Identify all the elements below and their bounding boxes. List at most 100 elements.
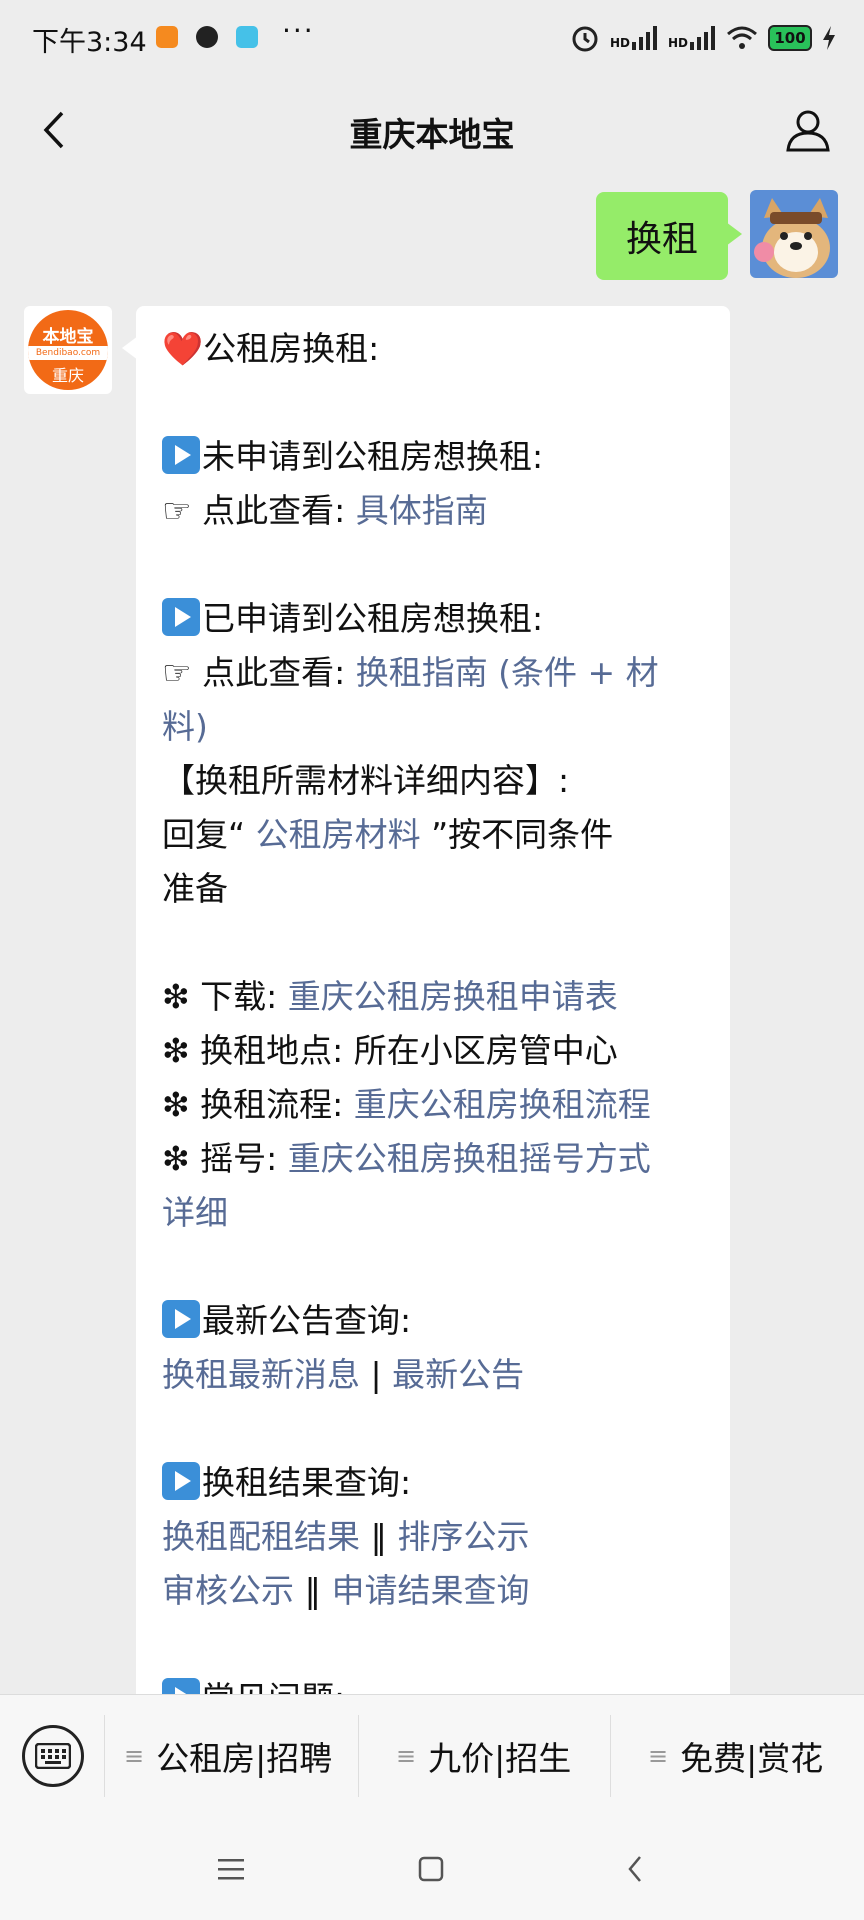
lottery-link-cont[interactable]: 详细 [162,1193,228,1232]
menu-item-free-flowers[interactable]: ≡ 免费|赏花 [648,1725,823,1787]
hd-label-1: HD [609,36,630,50]
reply-instruction-2: 准备 [162,869,228,908]
section-faq: 常见问题: [162,1672,718,1694]
results-links-1: 换租配租结果 ‖ 排序公示 [162,1510,718,1564]
official-account-menu: ≡ 公租房|招聘 ≡ 九价|招生 ≡ 免费|赏花 [0,1694,864,1819]
lottery-prefix: ❇ 摇号: [162,1139,288,1178]
guide-line: ☞ 点此查看: 具体指南 [162,484,718,538]
charging-icon [823,26,835,50]
section-results: 换租结果查询: [162,1456,718,1510]
download-prefix: ❇ 下载: [162,977,288,1016]
materials-title: 【换租所需材料详细内容】: [162,761,570,800]
ranking-notice-link[interactable]: 排序公示 [397,1517,529,1556]
keyboard-icon [35,1743,71,1769]
bot-avatar[interactable]: 本地宝 Bendibao.com 重庆 [24,306,112,394]
section-results-title: 换租结果查询: [202,1463,412,1502]
process-link[interactable]: 重庆公租房换租流程 [354,1085,651,1124]
pointer-prefix: ☞ 点此查看: [162,491,356,530]
menu-item-vaccine-enrollment[interactable]: ≡ 九价|招生 [396,1725,571,1787]
user-icon [786,110,830,152]
bendibao-logo: 本地宝 Bendibao.com 重庆 [28,310,108,390]
logo-top-text: 本地宝 [42,327,94,347]
materials-keyword-link[interactable]: 公租房材料 [256,815,421,854]
status-bar: 下午3:34 ··· HD HD 100 [0,0,864,78]
dog-avatar-image [750,190,838,278]
location-line: ❇ 换租地点: 所在小区房管中心 [162,1031,618,1070]
status-time: 下午3:34 [32,27,147,58]
heading-text: 公租房换租: [203,329,380,368]
system-nav-bar [0,1818,864,1920]
lottery-link[interactable]: 重庆公租房换租摇号方式 [288,1139,651,1178]
separator: ‖ [360,1517,398,1556]
app-notification-icon [236,26,258,48]
recent-apps-button[interactable] [206,1844,256,1894]
application-result-link[interactable]: 申请结果查询 [331,1571,529,1610]
hd-label-2: HD [667,36,688,50]
reply-content: ❤️公租房换租: 未申请到公租房想换租: ☞ 点此查看: 具体指南 已申请到公租… [162,322,718,1694]
menu-divider [610,1715,611,1797]
latest-news-link[interactable]: 换租最新消息 [162,1355,360,1394]
allocation-result-link[interactable]: 换租配租结果 [162,1517,360,1556]
battery-icon: 100 [768,25,812,51]
menu-lines-icon: ≡ [124,1742,145,1770]
menu-lines-icon: ≡ [396,1742,417,1770]
latest-announcement-link[interactable]: 最新公告 [392,1355,524,1394]
exchange-guide-link[interactable]: 换租指南 (条件 + 材 [356,653,659,692]
menu-lines-icon: ≡ [648,1742,669,1770]
menu-item-label: 九价|招生 [428,1739,572,1778]
section-news: 最新公告查询: [162,1294,718,1348]
menu-divider [104,1715,105,1797]
reply-heading: ❤️公租房换租: [162,322,718,376]
play-icon [162,436,200,474]
section-unapplied-title: 未申请到公租房想换租: [202,437,544,476]
news-links: 换租最新消息 | 最新公告 [162,1348,718,1402]
separator: ‖ [294,1571,332,1610]
specific-guide-link[interactable]: 具体指南 [356,491,488,530]
section-applied-title: 已申请到公租房想换租: [202,599,544,638]
status-icons: HD HD 100 [570,20,836,56]
download-line: ❇ 下载: 重庆公租房换租申请表 [162,970,718,1024]
alarm-icon [572,26,598,52]
chat-area[interactable]: 换租 本地宝 Bendibao.com 重庆 ❤️公租房换租: 未申请到公租房想… [0,182,864,1694]
pointer-prefix: ☞ 点此查看: [162,653,356,692]
user-avatar[interactable] [750,190,838,278]
exchange-guide-link-cont[interactable]: 料) [162,707,208,746]
application-form-link[interactable]: 重庆公租房换租申请表 [288,977,618,1016]
lottery-line-2: 详细 [162,1186,718,1240]
signal-hd-icon-2: HD [668,26,716,50]
title-bar: 重庆本地宝 [0,78,864,182]
wifi-icon [727,26,757,49]
section-unapplied: 未申请到公租房想换租: [162,430,718,484]
keyboard-toggle-button[interactable] [22,1725,84,1787]
signal-hd-icon: HD [610,26,658,50]
mi-app-icon [156,26,178,48]
profile-button[interactable] [780,102,836,158]
section-faq-title: 常见问题: [202,1679,345,1694]
process-line: ❇ 换租流程: 重庆公租房换租流程 [162,1078,718,1132]
chevron-left-icon [628,1856,641,1882]
exchange-guide-line-2: 料) [162,700,718,754]
play-icon [162,1300,200,1338]
section-news-title: 最新公告查询: [202,1301,412,1340]
page-title: 重庆本地宝 [349,115,515,154]
process-prefix: ❇ 换租流程: [162,1085,354,1124]
reply-instruction: 回复“ 公租房材料 ”按不同条件 [162,808,718,862]
received-message-bubble: ❤️公租房换租: 未申请到公租房想换租: ☞ 点此查看: 具体指南 已申请到公租… [122,306,730,1694]
exchange-guide-line: ☞ 点此查看: 换租指南 (条件 + 材 [162,646,718,700]
square-icon [418,1856,444,1882]
sent-message-bubble[interactable]: 换租 [595,192,743,280]
menu-item-housing-jobs[interactable]: ≡ 公租房|招聘 [124,1725,332,1787]
logo-mid-text: Bendibao.com [28,346,108,360]
menu-icon [218,1859,244,1880]
results-links-2: 审核公示 ‖ 申请结果查询 [162,1564,718,1618]
menu-item-label: 免费|赏花 [680,1739,824,1778]
logo-bottom-text: 重庆 [51,366,84,385]
system-back-button[interactable] [610,1844,660,1894]
qq-app-icon [196,26,218,48]
separator: | [360,1355,393,1394]
home-button[interactable] [406,1844,456,1894]
play-icon [162,1678,200,1694]
heart-icon: ❤️ [162,329,204,368]
menu-divider [358,1715,359,1797]
review-notice-link[interactable]: 审核公示 [162,1571,294,1610]
